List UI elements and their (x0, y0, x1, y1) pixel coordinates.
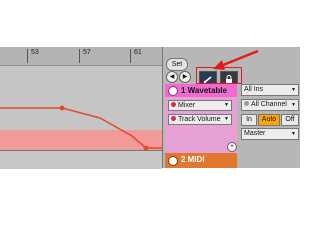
annotation-arrow (213, 49, 259, 70)
